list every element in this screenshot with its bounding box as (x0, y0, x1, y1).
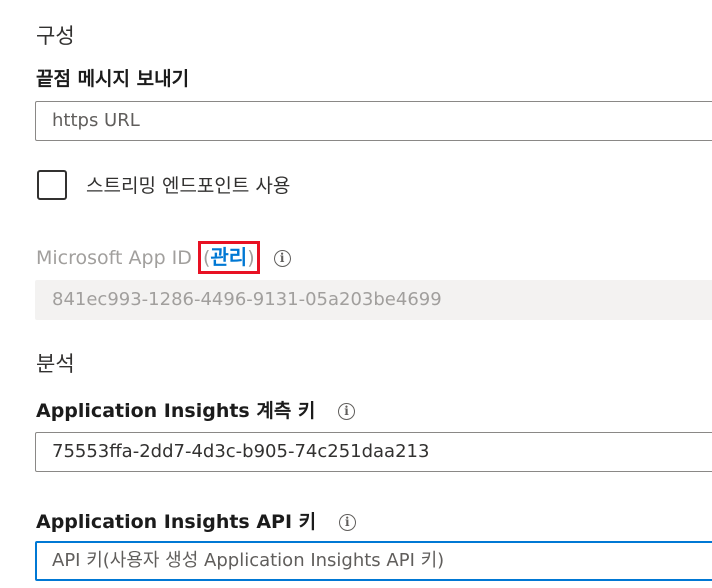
info-icon[interactable]: i (338, 403, 356, 420)
close-paren: ) (247, 247, 255, 269)
section-title-configuration: 구성 (36, 24, 75, 48)
api-key-label-row: Application Insights API 키 i (36, 507, 356, 534)
section-title-analytics: 분석 (36, 352, 75, 376)
api-key-input[interactable]: API 키(사용자 생성 Application Insights API 키) (35, 541, 712, 581)
streaming-endpoint-checkbox[interactable] (37, 170, 67, 200)
api-key-label: Application Insights API 키 (36, 511, 317, 533)
streaming-endpoint-label[interactable]: 스트리밍 엔드포인트 사용 (86, 171, 290, 198)
manage-highlight-box: (관리) (197, 241, 260, 274)
messaging-endpoint-input[interactable]: https URL (35, 101, 712, 141)
manage-link[interactable]: 관리 (210, 245, 247, 269)
app-id-label: Microsoft App ID (36, 247, 192, 269)
info-icon[interactable]: i (273, 250, 291, 267)
instrumentation-key-input[interactable]: 75553ffa-2dd7-4d3c-b905-74c251daa213 (35, 432, 712, 472)
instrumentation-key-label-row: Application Insights 계측 키 i (36, 396, 356, 423)
app-id-label-row: Microsoft App ID (관리) i (36, 241, 291, 274)
messaging-endpoint-label: 끝점 메시지 보내기 (36, 68, 190, 90)
app-id-value: 841ec993-1286-4496-9131-05a203be4699 (35, 280, 712, 320)
instrumentation-key-label: Application Insights 계측 키 (36, 400, 316, 422)
info-icon[interactable]: i (338, 514, 356, 531)
